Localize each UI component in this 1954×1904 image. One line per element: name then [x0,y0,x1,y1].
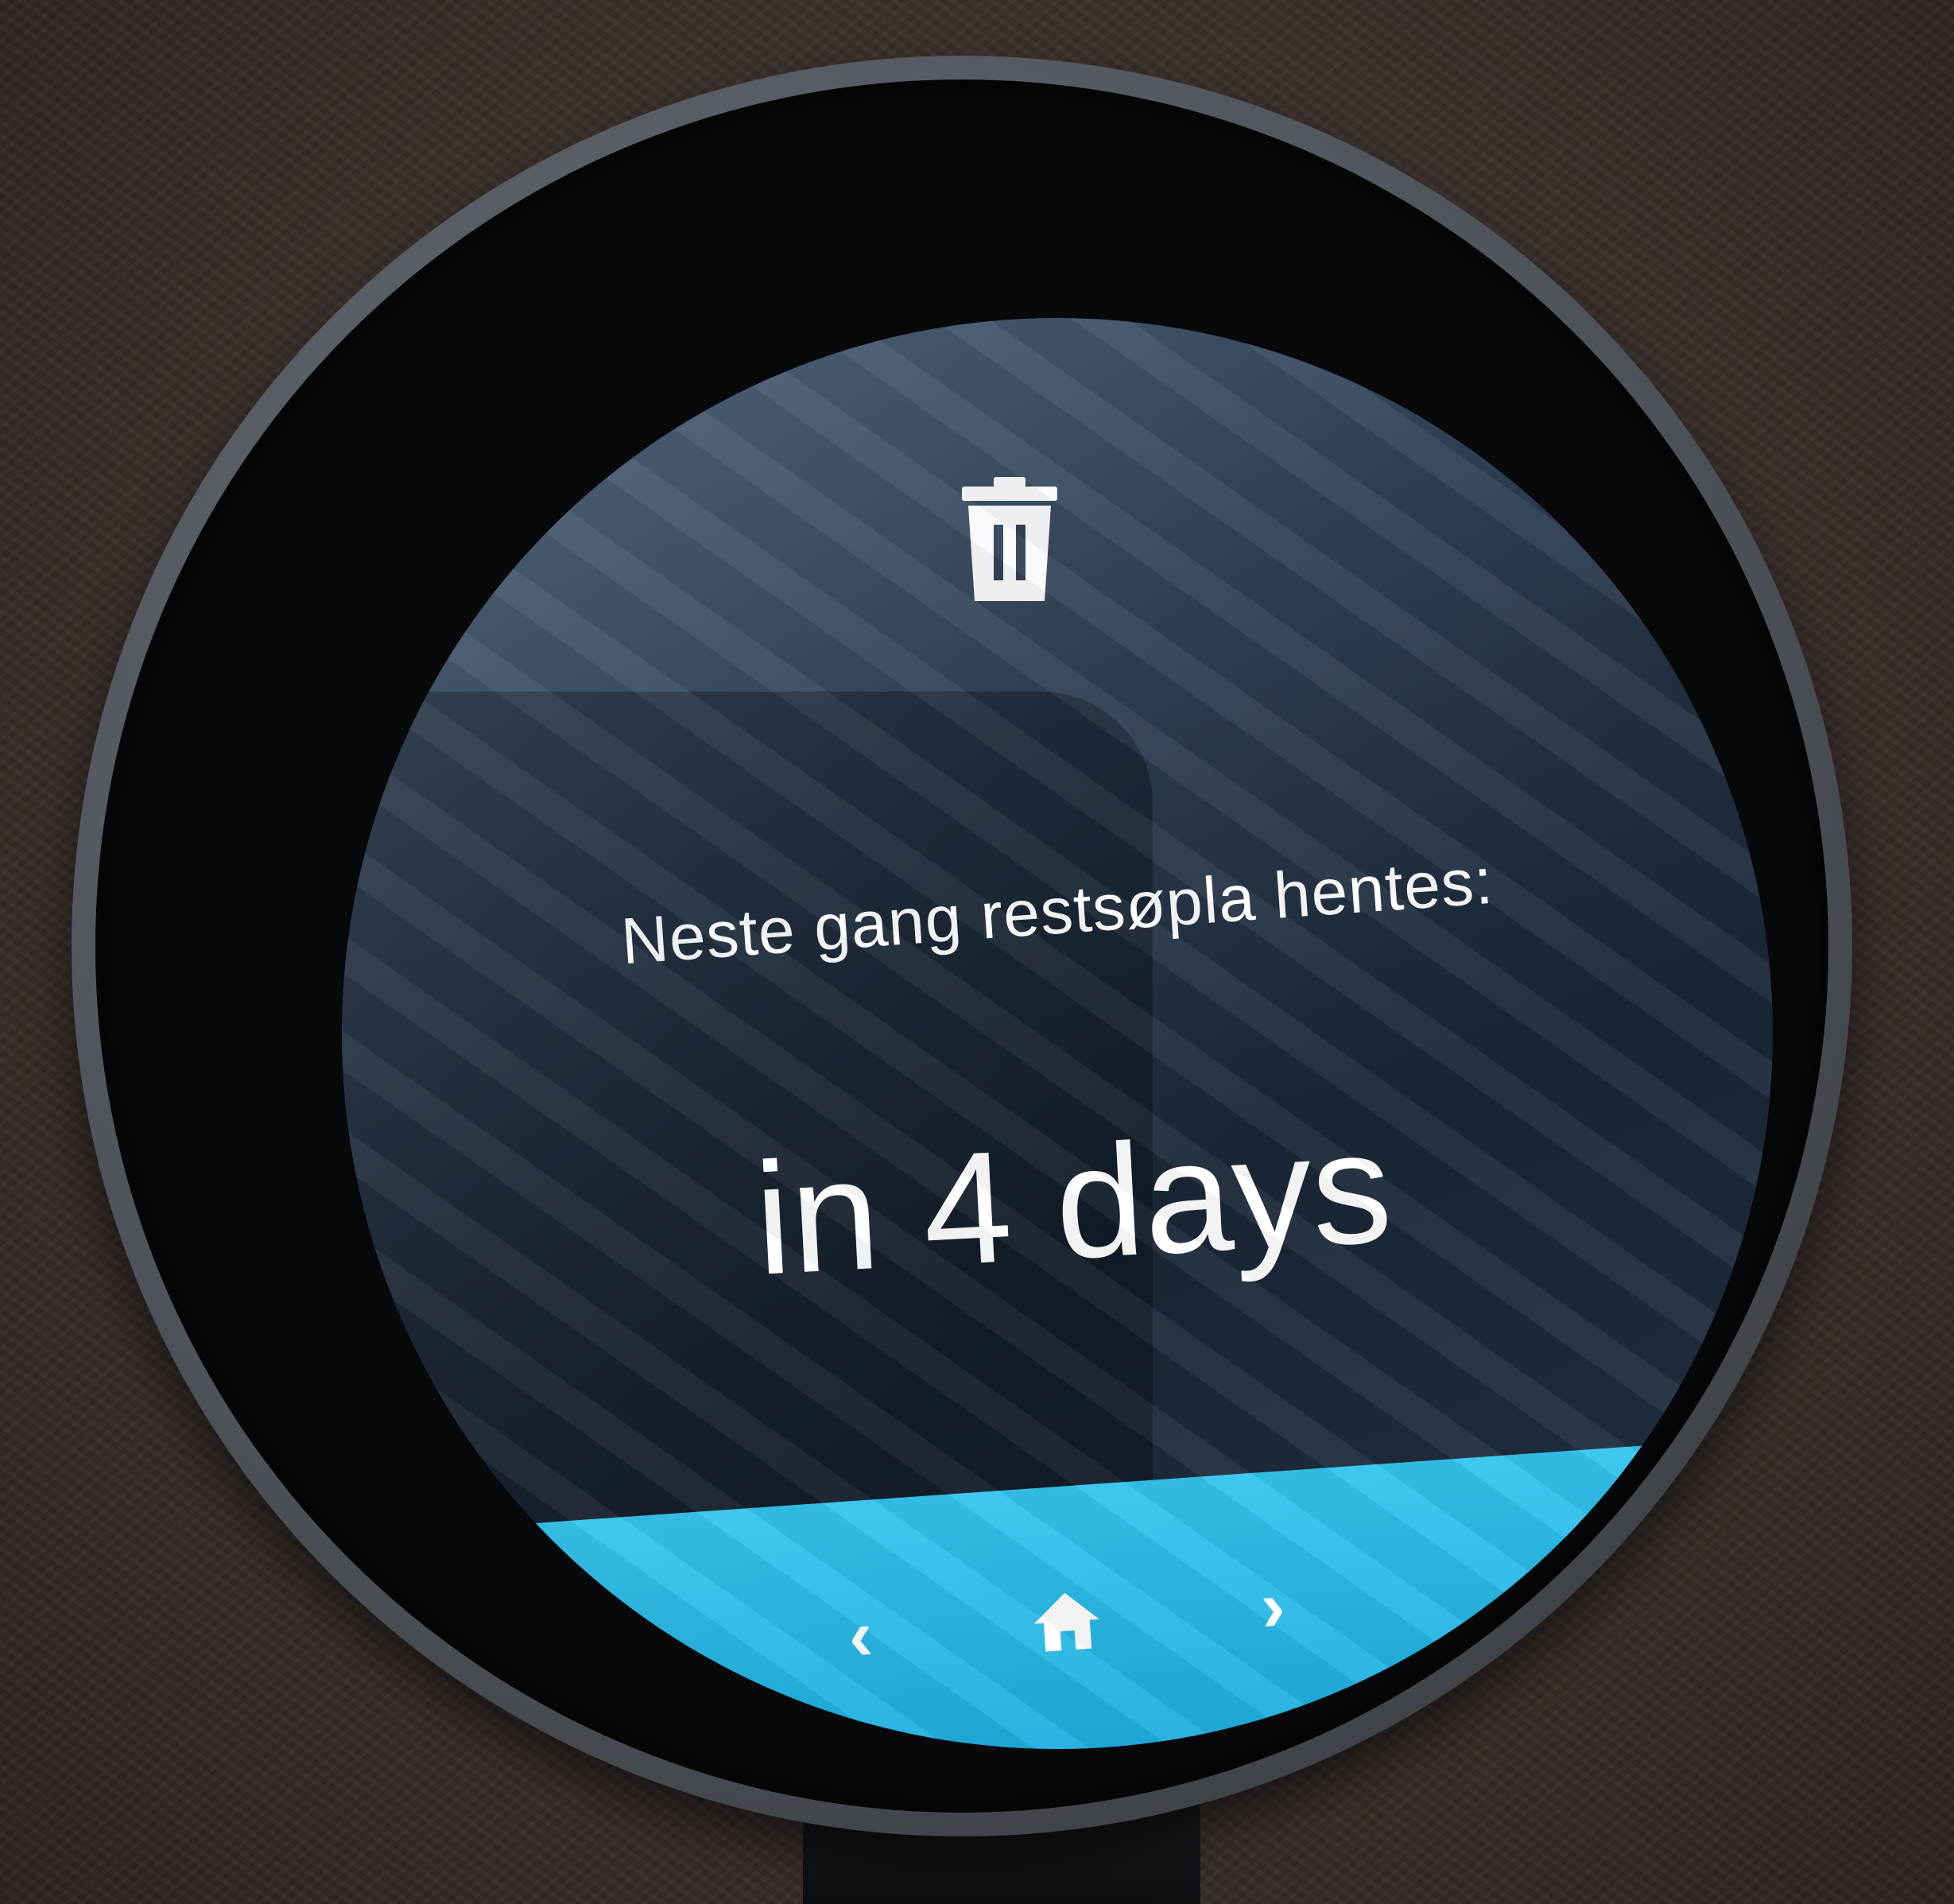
chevron-right-icon[interactable]: › [1222,1556,1324,1658]
device-bezel: Neste gang restsøpla hentes: in 4 days ‹… [95,79,1828,1813]
trash-icon [954,477,1065,604]
home-icon[interactable] [1016,1571,1118,1673]
chevron-left-icon[interactable]: ‹ [809,1585,911,1687]
display-screen: Neste gang restsøpla hentes: in 4 days ‹… [342,318,1773,1749]
